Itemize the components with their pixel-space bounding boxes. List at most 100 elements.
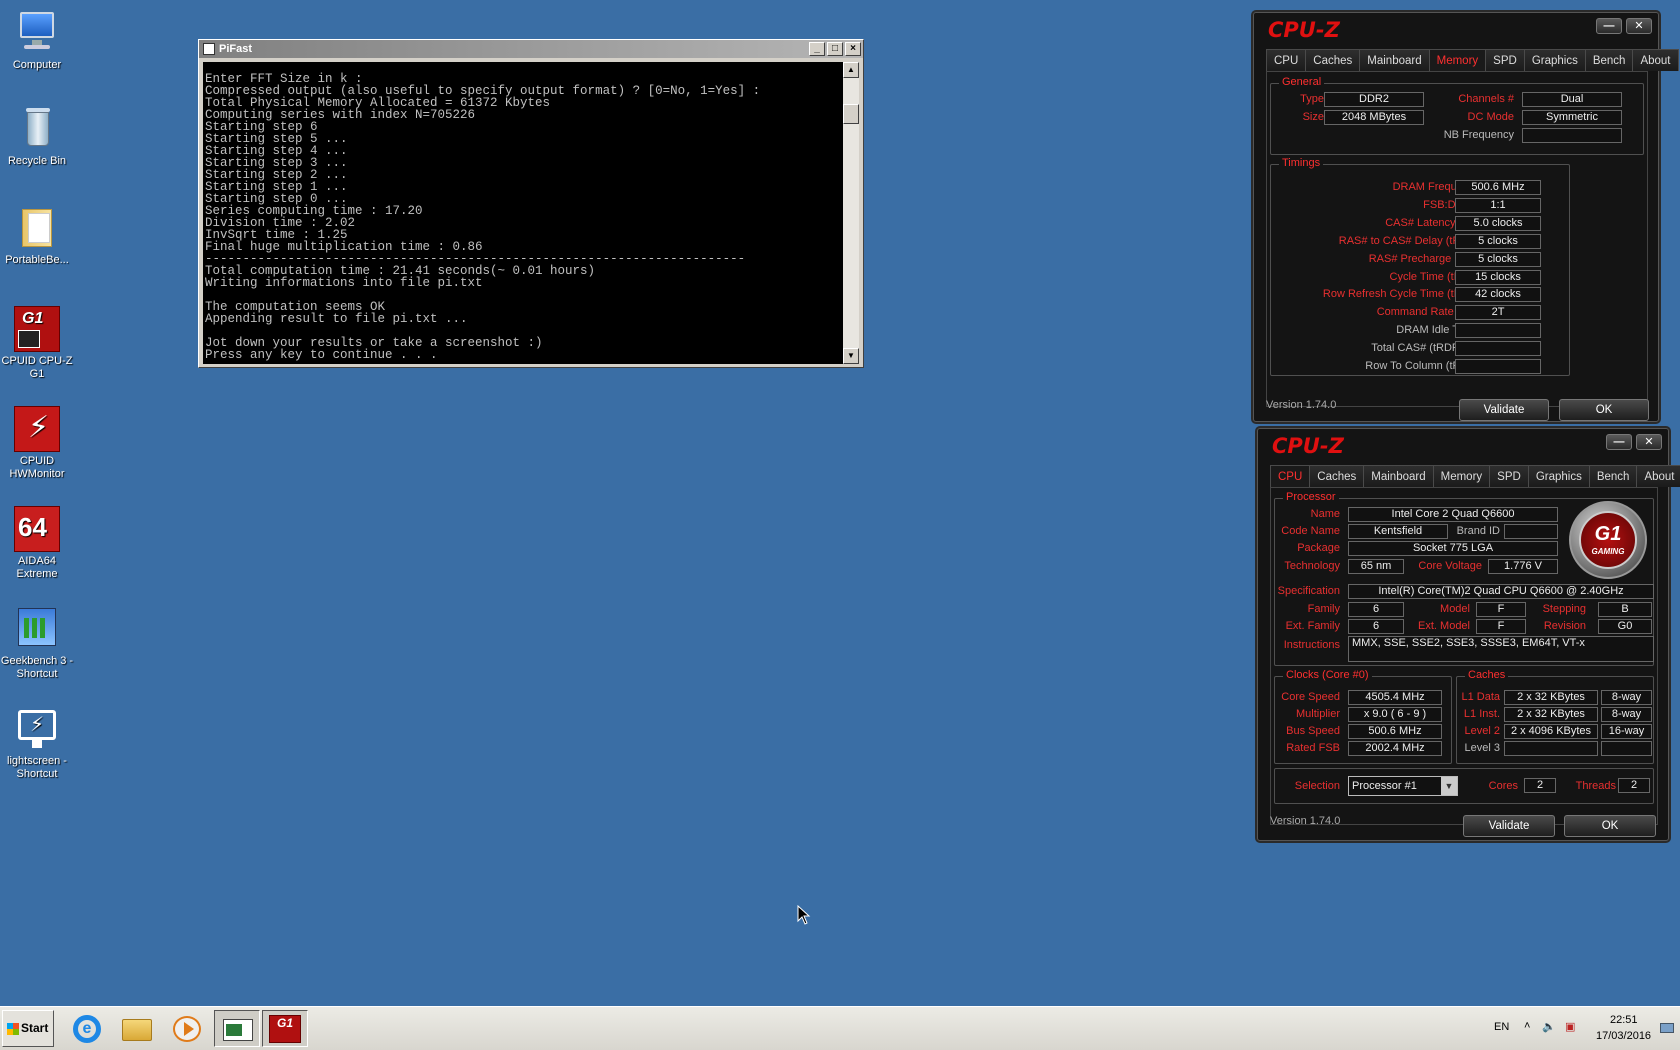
technology-value: 65 nm <box>1348 559 1404 574</box>
tab-about[interactable]: About <box>1636 465 1680 487</box>
scroll-thumb[interactable] <box>843 104 859 124</box>
timing-label: Cycle Time (tRAS) <box>1389 270 1480 283</box>
cpuz-g1-icon: G1 <box>269 1015 301 1043</box>
extmodel-label: Ext. Model <box>1418 620 1470 632</box>
tab-about[interactable]: About <box>1632 49 1679 71</box>
desktop-icon-lightscreen[interactable]: ⚡ lightscreen - Shortcut <box>0 706 74 781</box>
timing-value: 500.6 MHz <box>1455 180 1541 195</box>
show-hidden-icons-icon[interactable]: ˄ <box>1524 1020 1530 1032</box>
tab-cpu[interactable]: CPU <box>1270 465 1311 487</box>
maximize-button[interactable]: □ <box>827 42 843 56</box>
timing-label: FSB:DRAM <box>1423 198 1480 211</box>
console-output[interactable]: Enter FFT Size in k : Compressed output … <box>203 62 845 364</box>
tab-caches[interactable]: Caches <box>1305 49 1361 71</box>
extfamily-value: 6 <box>1348 619 1404 634</box>
brandid-label: Brand ID <box>1456 525 1500 537</box>
tab-spd[interactable]: SPD <box>1485 49 1525 71</box>
timing-value: 5.0 clocks <box>1455 215 1541 231</box>
taskbar: Start e G1 EN ˄ 🔈 ▣ 22:51 17/03/2016 <box>0 1006 1680 1050</box>
package-value: Socket 775 LGA <box>1348 541 1558 556</box>
busspeed-value: 500.6 MHz <box>1348 724 1442 739</box>
desktop-icon-recycle-bin[interactable]: Recycle Bin <box>0 106 74 168</box>
tab-graphics[interactable]: Graphics <box>1527 465 1590 487</box>
desktop-icon-label: Computer <box>12 59 62 71</box>
badge-main: G1 <box>1594 523 1622 545</box>
taskbar-media-player[interactable] <box>164 1010 210 1047</box>
corespeed-label: Core Speed <box>1281 691 1340 703</box>
cpuz-cpu-window[interactable]: CPU-Z — ✕ CPU Caches Mainboard Memory SP… <box>1257 428 1680 841</box>
tab-bench[interactable]: Bench <box>1584 49 1634 71</box>
desktop-icon-portable[interactable]: PortableBe... <box>0 205 74 267</box>
cpuz-titlebar[interactable]: CPU-Z — ✕ <box>1258 429 1668 465</box>
selection-label: Selection <box>1294 780 1340 792</box>
pifast-titlebar[interactable]: PiFast _ □ × <box>199 40 863 58</box>
tab-spd[interactable]: SPD <box>1489 465 1529 487</box>
type-value: DDR2 <box>1324 92 1424 107</box>
vertical-scrollbar[interactable]: ▲ ▼ <box>843 62 859 364</box>
ok-button[interactable]: OK <box>1564 815 1656 837</box>
show-desktop-icon[interactable] <box>1660 1023 1674 1033</box>
timing-value: 5 clocks <box>1455 251 1541 267</box>
threads-label: Threads <box>1575 780 1616 792</box>
dcmode-value: Symmetric <box>1522 110 1622 125</box>
scroll-down-icon[interactable]: ▼ <box>843 348 859 364</box>
processor-select[interactable]: Processor #1 ▼ <box>1348 776 1458 796</box>
size-label: Size <box>1302 111 1324 123</box>
pifast-window[interactable]: PiFast _ □ × Enter FFT Size in k : Compr… <box>198 39 864 368</box>
taskbar-pifast[interactable] <box>214 1010 260 1047</box>
console-icon <box>203 43 215 55</box>
tab-caches[interactable]: Caches <box>1309 465 1365 487</box>
timing-label: RAS# Precharge (tRP) <box>1368 252 1480 265</box>
desktop-icon-label: PortableBe... <box>5 254 69 266</box>
validate-button[interactable]: Validate <box>1463 815 1555 837</box>
chevron-down-icon[interactable]: ▼ <box>1441 777 1457 795</box>
tab-graphics[interactable]: Graphics <box>1523 49 1586 71</box>
desktop-icon-cpuz-g1[interactable]: G1 CPUID CPU-Z G1 <box>0 306 74 381</box>
language-indicator[interactable]: EN <box>1494 1021 1509 1033</box>
channels-label: Channels # <box>1458 93 1514 105</box>
ok-button[interactable]: OK <box>1559 399 1649 421</box>
lightscreen-icon: ⚡ <box>14 706 60 752</box>
tab-mainboard[interactable]: Mainboard <box>1359 49 1430 71</box>
l1inst-way: 8-way <box>1601 707 1652 722</box>
clock-time[interactable]: 22:51 <box>1610 1014 1638 1026</box>
validate-button[interactable]: Validate <box>1459 399 1549 421</box>
minimize-button[interactable]: _ <box>809 42 825 56</box>
tab-cpu[interactable]: CPU <box>1266 49 1307 71</box>
cpuz-titlebar[interactable]: CPU-Z — ✕ <box>1254 13 1658 49</box>
tab-bar: CPU Caches Mainboard Memory SPD Graphics… <box>1270 465 1680 487</box>
minimize-button[interactable]: — <box>1606 434 1632 450</box>
cpuz-memory-window[interactable]: CPU-Z — ✕ CPU Caches Mainboard Memory SP… <box>1253 12 1679 422</box>
clock-date[interactable]: 17/03/2016 <box>1596 1030 1651 1042</box>
network-icon[interactable]: ▣ <box>1565 1020 1575 1033</box>
corevoltage-value: 1.776 V <box>1488 559 1558 574</box>
timing-label: DRAM Idle Timer <box>1396 324 1480 337</box>
tab-bench[interactable]: Bench <box>1588 465 1638 487</box>
close-button[interactable]: ✕ <box>1636 434 1662 450</box>
codename-label: Code Name <box>1281 525 1340 537</box>
desktop-icon-computer[interactable]: Computer <box>0 10 74 72</box>
start-button[interactable]: Start <box>2 1010 54 1047</box>
scroll-up-icon[interactable]: ▲ <box>843 62 859 78</box>
extmodel-value: F <box>1476 619 1526 634</box>
desktop-icon-geekbench[interactable]: Geekbench 3 - Shortcut <box>0 606 74 681</box>
taskbar-cpuz[interactable]: G1 <box>262 1010 308 1047</box>
clocks-title: Clocks (Core #0) <box>1283 669 1372 681</box>
tab-mainboard[interactable]: Mainboard <box>1363 465 1434 487</box>
taskbar-internet-explorer[interactable]: e <box>64 1010 110 1047</box>
taskbar-explorer[interactable] <box>114 1010 160 1047</box>
minimize-button[interactable]: — <box>1596 18 1622 34</box>
revision-value: G0 <box>1598 619 1652 634</box>
desktop-icon-aida64[interactable]: 64 AIDA64 Extreme <box>0 506 74 581</box>
desktop-icon-hwmonitor[interactable]: ⚡ CPUID HWMonitor <box>0 406 74 481</box>
pifast-title: PiFast <box>219 43 253 55</box>
level2-way: 16-way <box>1601 724 1652 739</box>
geekbench-icon <box>14 606 60 652</box>
close-button[interactable]: ✕ <box>1626 18 1652 34</box>
close-button[interactable]: × <box>845 42 861 56</box>
timing-value: 2T <box>1455 305 1541 321</box>
volume-icon[interactable]: 🔈 <box>1542 1020 1556 1033</box>
tab-memory[interactable]: Memory <box>1432 465 1491 487</box>
tab-memory[interactable]: Memory <box>1428 49 1487 71</box>
g1-gaming-logo: G1 GAMING <box>1569 501 1647 579</box>
